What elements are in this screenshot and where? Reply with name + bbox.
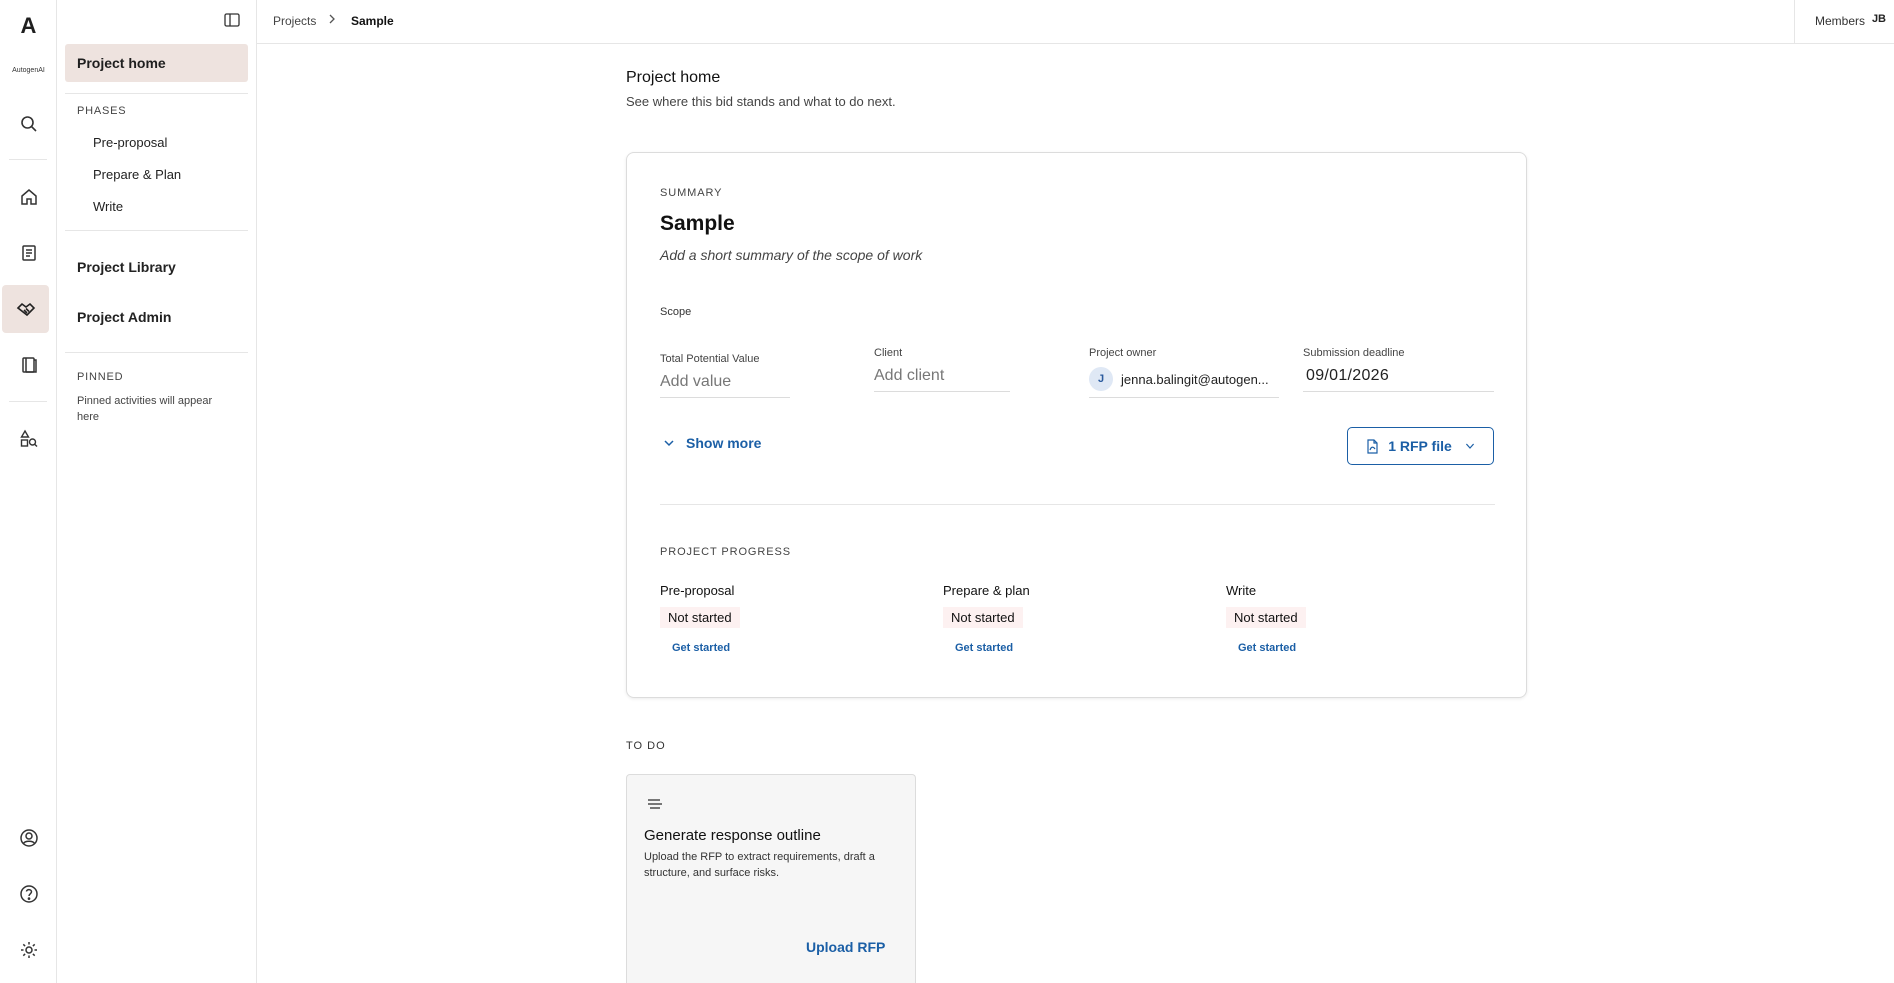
get-started-link[interactable]: Get started (955, 642, 1030, 654)
handshake-icon[interactable] (2, 285, 49, 333)
app-logo[interactable]: A (0, 13, 57, 39)
owner-avatar: J (1089, 367, 1113, 391)
owner-email: jenna.balingit@autogen... (1121, 371, 1269, 387)
phase-write: Write Not started Get started (1226, 583, 1306, 654)
page-title: Project home (626, 69, 721, 86)
sidebar-toggle-icon[interactable] (223, 11, 241, 29)
nav-phase-prepare-plan[interactable]: Prepare & Plan (93, 167, 181, 182)
summary-label: SUMMARY (660, 187, 723, 199)
pinned-label: PINNED (77, 371, 124, 383)
get-started-link[interactable]: Get started (1238, 642, 1306, 654)
client-input[interactable]: Add client (874, 367, 1010, 392)
phase-name: Prepare & plan (943, 583, 1030, 598)
chevron-down-icon (664, 440, 674, 447)
nav-project-library[interactable]: Project Library (77, 259, 176, 275)
todo-title: Generate response outline (644, 827, 821, 844)
deadline-field: Submission deadline 09/01/2026 (1303, 347, 1494, 392)
card-divider (660, 504, 1495, 505)
members-label[interactable]: Members (1815, 14, 1865, 28)
total-value-field: Total Potential Value Add value (660, 353, 790, 398)
help-icon[interactable] (14, 879, 44, 909)
settings-icon[interactable] (14, 935, 44, 965)
pdf-file-icon (1367, 438, 1378, 454)
phase-name: Write (1226, 583, 1257, 598)
search-icon[interactable] (14, 109, 44, 139)
library-icon[interactable] (14, 350, 44, 380)
chevron-down-icon (1465, 443, 1474, 449)
client-field: Client Add client (874, 347, 1010, 392)
chevron-right-icon (327, 13, 337, 27)
breadcrumb-projects[interactable]: Projects (273, 14, 316, 28)
project-name[interactable]: Sample (660, 212, 735, 236)
summary-description-field[interactable]: Add a short summary of the scope of work (660, 247, 922, 263)
status-badge: Not started (660, 607, 740, 628)
home-icon[interactable] (14, 182, 44, 212)
total-value-label: Total Potential Value (660, 353, 760, 365)
nav-phase-pre-proposal[interactable]: Pre-proposal (93, 135, 167, 150)
rfp-file-label: 1 RFP file (1388, 438, 1452, 454)
project-owner-field: Project owner J jenna.balingit@autogen..… (1089, 347, 1279, 398)
phase-prepare-plan: Prepare & plan Not started Get started (943, 583, 1030, 654)
nav-project-admin[interactable]: Project Admin (77, 309, 171, 325)
phase-name: Pre-proposal (660, 583, 735, 598)
side-nav: Project home PHASES Pre-proposal Prepare… (57, 0, 257, 983)
phases-label: PHASES (77, 105, 127, 117)
project-owner-select[interactable]: J jenna.balingit@autogen... (1089, 367, 1279, 398)
app-logo-name: AutogenAI (12, 67, 45, 74)
client-label: Client (874, 347, 903, 359)
deadline-label: Submission deadline (1303, 347, 1405, 359)
project-owner-label: Project owner (1089, 347, 1157, 359)
nav-phase-write[interactable]: Write (93, 199, 123, 214)
status-badge: Not started (1226, 607, 1306, 628)
account-icon[interactable] (14, 823, 44, 853)
scope-label: Scope (660, 306, 692, 318)
page-subtitle: See where this bid stands and what to do… (626, 94, 896, 109)
phase-pre-proposal: Pre-proposal Not started Get started (660, 583, 740, 654)
deadline-input[interactable]: 09/01/2026 (1303, 367, 1494, 392)
show-more-label: Show more (686, 435, 762, 451)
summary-card: SUMMARY Sample Add a short summary of th… (626, 152, 1527, 698)
breadcrumb-current: Sample (351, 14, 394, 28)
outline-icon (648, 799, 662, 809)
project-progress-label: PROJECT PROGRESS (660, 546, 791, 558)
rfp-file-button[interactable]: 1 RFP file (1347, 427, 1494, 465)
shapes-search-icon[interactable] (14, 424, 44, 454)
upload-rfp-button[interactable]: Upload RFP (806, 939, 885, 955)
nav-project-home[interactable]: Project home (65, 44, 248, 82)
show-more-button[interactable]: Show more (662, 435, 761, 451)
get-started-link[interactable]: Get started (672, 642, 740, 654)
total-value-input[interactable]: Add value (660, 373, 790, 398)
todo-description: Upload the RFP to extract requirements, … (644, 851, 875, 879)
pinned-empty-text: Pinned activities will appear here (77, 395, 213, 423)
members-area[interactable]: Members JB (1794, 0, 1894, 44)
document-icon[interactable] (14, 238, 44, 268)
status-badge: Not started (943, 607, 1023, 628)
top-bar: Projects Sample Members JB (257, 0, 1894, 44)
icon-rail: A AutogenAI (0, 0, 57, 983)
todo-card[interactable]: Generate response outline Upload the RFP… (626, 774, 916, 983)
user-avatar[interactable]: JB (1872, 13, 1886, 25)
todo-label: TO DO (626, 740, 666, 752)
